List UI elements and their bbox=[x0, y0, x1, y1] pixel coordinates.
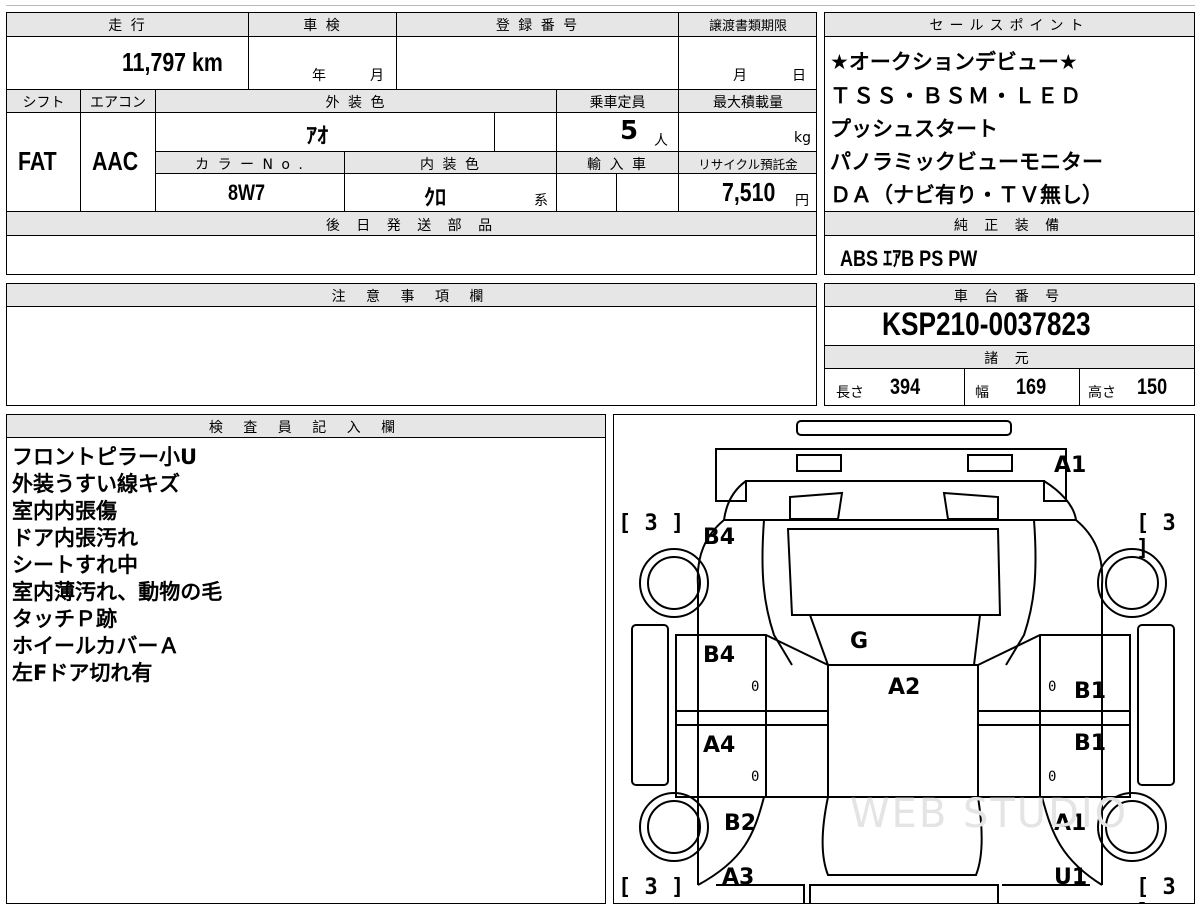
front-bumper bbox=[715, 448, 1067, 502]
damage-right-front-door: B1 bbox=[1074, 679, 1107, 704]
grille-right bbox=[942, 491, 999, 520]
later-parts-header: 後 日 発 送 部 品 bbox=[325, 218, 499, 234]
recycle-value: 7,510 bbox=[722, 177, 776, 207]
damage-left-rear-bumper: A3 bbox=[722, 865, 755, 890]
sales-point-line: プッシュスタート bbox=[830, 117, 998, 141]
exterior-color-value: ｱｵ bbox=[306, 124, 329, 149]
capacity-unit: 人 bbox=[654, 133, 668, 149]
inspector-note: 外装うすい線キズ bbox=[12, 472, 180, 496]
door-zero-marker: 0 bbox=[1048, 679, 1057, 695]
inspector-note: タッチＰ跡 bbox=[12, 607, 117, 631]
caution-header: 注 意 事 項 欄 bbox=[331, 289, 492, 305]
sales-point-line: パノラミックビューモニター bbox=[830, 150, 1103, 174]
interior-color-suffix: 系 bbox=[534, 193, 548, 209]
left-side-skirt bbox=[631, 624, 669, 786]
inspection-month: 月 bbox=[370, 68, 384, 84]
windshield-lower bbox=[808, 614, 982, 666]
grille-left bbox=[789, 491, 844, 520]
sales-point-line: ＤＡ（ナビ有り・ＴＶ無し） bbox=[830, 183, 1103, 207]
mileage-value: 11,797 km bbox=[122, 47, 223, 78]
sales-point-line: ＴＳＳ・ＢＳＭ・ＬＥＤ bbox=[830, 84, 1083, 108]
inspection-year: 年 bbox=[312, 68, 326, 84]
damage-right-rear-bumper: U1 bbox=[1054, 865, 1088, 890]
chassis-header: 車 台 番 号 bbox=[953, 289, 1066, 305]
front-plate bbox=[796, 420, 1012, 436]
specs-header: 諸 元 bbox=[984, 351, 1035, 367]
capacity-value: 5 bbox=[620, 116, 639, 146]
rear-plate bbox=[809, 884, 999, 903]
transfer-month: 月 bbox=[733, 68, 747, 84]
mileage-unit: km bbox=[191, 47, 223, 77]
windshield bbox=[786, 528, 1002, 616]
tire-left-rear: [ 3 ] bbox=[618, 875, 685, 900]
damage-left-rear-fender: B2 bbox=[724, 811, 757, 836]
damage-left-front-door: B4 bbox=[703, 643, 736, 668]
sales-point-line: ★オークションデビュー★ bbox=[830, 50, 1078, 74]
inspector-header: 検 査 員 記 入 欄 bbox=[208, 420, 404, 436]
rear-bumper bbox=[716, 884, 1090, 903]
damage-left-rear-door: A4 bbox=[703, 733, 736, 758]
inspector-note: 左Fドア切れ有 bbox=[12, 661, 153, 685]
door-zero-marker: 0 bbox=[751, 679, 760, 695]
interior-color-header: 内 装 色 bbox=[420, 157, 481, 173]
width-label: 幅 bbox=[975, 385, 989, 401]
width-value: 169 bbox=[1016, 374, 1047, 399]
tire-right-front: [ 3 ] bbox=[1136, 511, 1176, 561]
recycle-unit: 円 bbox=[795, 193, 809, 209]
damage-roof: A2 bbox=[888, 675, 921, 700]
inspector-note: ドア内張汚れ bbox=[12, 526, 138, 550]
max-load-header: 最大積載量 bbox=[713, 95, 783, 111]
damage-windshield: G bbox=[850, 629, 869, 654]
damage-left-front-fender: B4 bbox=[703, 525, 736, 550]
transfer-deadline-header: 譲渡書類期限 bbox=[708, 19, 787, 34]
car-diagram-box: [ 3 ] [ 3 ] [ 3 ] [ 3 ] A1 B4 G B4 A2 B1… bbox=[613, 414, 1195, 904]
color-no-header: カ ラ ー N o . bbox=[195, 157, 305, 173]
recycle-header: リサイクル預託金 bbox=[698, 157, 798, 172]
right-side-skirt bbox=[1137, 624, 1175, 786]
height-label: 高さ bbox=[1088, 385, 1116, 401]
capacity-header: 乗車定員 bbox=[589, 95, 646, 111]
exterior-color-header: 外 装 色 bbox=[325, 95, 387, 111]
inspection-header: 車 検 bbox=[303, 18, 342, 34]
top-edge-line bbox=[6, 5, 1195, 6]
inspector-note: フロントピラー小U bbox=[12, 445, 198, 469]
aircon-value: AAC bbox=[92, 146, 139, 176]
inspector-note: 室内薄汚れ、動物の毛 bbox=[12, 580, 223, 604]
color-no-value: 8W7 bbox=[228, 180, 266, 205]
damage-right-rear-door: B1 bbox=[1074, 731, 1107, 756]
inspector-note: 室内内張傷 bbox=[12, 499, 117, 523]
equipment-value: ABS ｴｱB PS PW bbox=[840, 246, 978, 271]
mileage-header: 走 行 bbox=[108, 18, 147, 34]
registration-header: 登 録 番 号 bbox=[495, 18, 580, 34]
max-load-unit: kg bbox=[794, 130, 811, 146]
import-header: 輸 入 車 bbox=[587, 157, 648, 173]
watermark: WEB STUDIO bbox=[850, 791, 1129, 837]
door-zero-marker: 0 bbox=[1048, 769, 1057, 785]
sales-points-header: セールスポイント bbox=[929, 18, 1090, 34]
hood bbox=[722, 480, 1078, 521]
left-headlight bbox=[796, 454, 842, 472]
length-label: 長さ bbox=[836, 385, 864, 401]
door-zero-marker: 0 bbox=[751, 769, 760, 785]
damage-front-bumper: A1 bbox=[1054, 453, 1087, 478]
transfer-day: 日 bbox=[792, 68, 806, 84]
right-rear-door bbox=[977, 724, 1131, 798]
shift-value: FAT bbox=[18, 146, 57, 176]
tire-left-front: [ 3 ] bbox=[618, 511, 685, 536]
height-value: 150 bbox=[1137, 374, 1168, 399]
shift-header: シフト bbox=[22, 95, 65, 111]
chassis-number: KSP210-0037823 bbox=[882, 306, 1091, 342]
length-value: 394 bbox=[890, 374, 921, 399]
inspector-note: シートすれ中 bbox=[12, 553, 138, 577]
interior-color-value: ｸﾛ bbox=[424, 186, 447, 211]
equipment-header: 純 正 装 備 bbox=[953, 218, 1066, 234]
mileage-number: 11,797 bbox=[122, 47, 187, 77]
aircon-header: エアコン bbox=[90, 95, 146, 111]
inspector-note: ホイールカバーＡ bbox=[12, 634, 180, 658]
right-headlight bbox=[967, 454, 1013, 472]
